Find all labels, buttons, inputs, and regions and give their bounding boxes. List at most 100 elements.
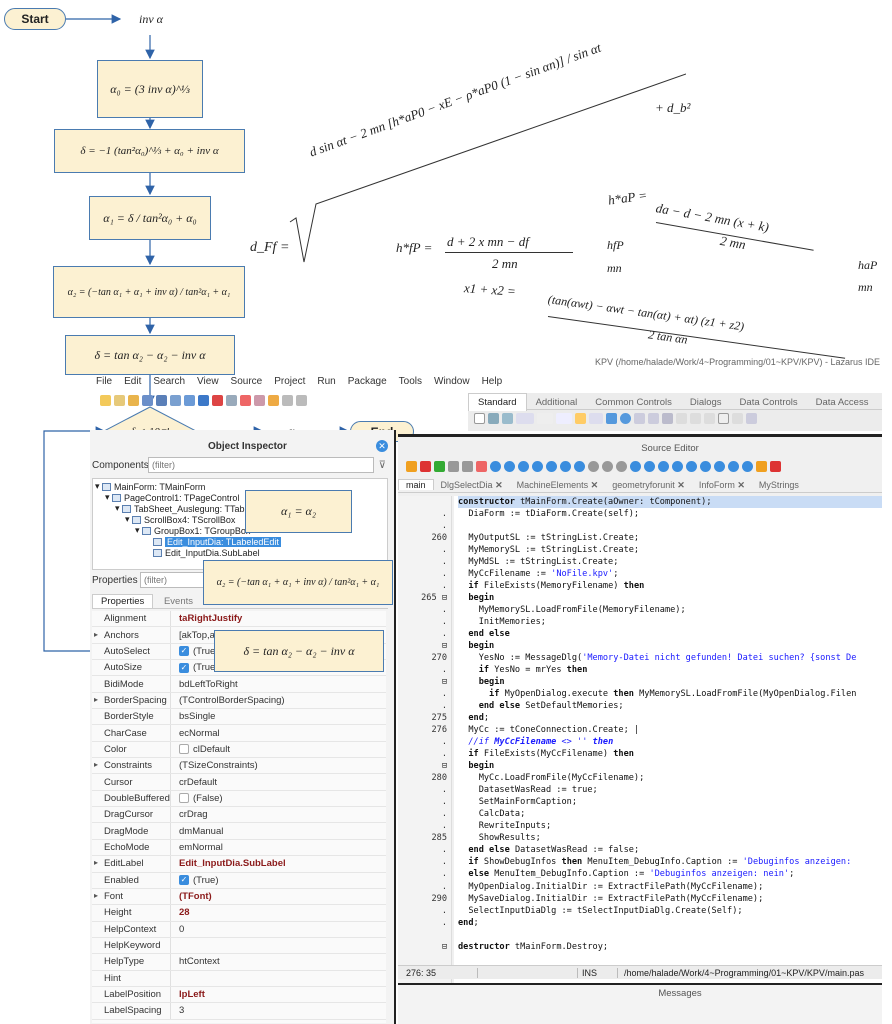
memo-icon[interactable]: [574, 413, 586, 424]
menu-window[interactable]: Window: [434, 376, 470, 387]
property-row[interactable]: Hint: [92, 970, 386, 987]
new-form-icon[interactable]: [113, 395, 125, 406]
property-row[interactable]: Cursor crDefault: [92, 774, 386, 791]
property-row[interactable]: HelpType htContext: [92, 954, 386, 971]
menu-source[interactable]: Source: [231, 376, 263, 387]
close-file-icon[interactable]: [755, 461, 767, 473]
property-value[interactable]: 0: [170, 921, 386, 937]
menu-run[interactable]: Run: [317, 376, 335, 387]
checkbox-icon[interactable]: ✓: [179, 662, 189, 673]
palette-tab-data-controls[interactable]: Data Controls: [731, 394, 807, 411]
palette-tab-standard[interactable]: Standard: [468, 393, 527, 411]
property-row[interactable]: BorderStyle bsSingle: [92, 709, 386, 726]
checkbox-icon[interactable]: [605, 413, 617, 424]
palette-tab-dialogs[interactable]: Dialogs: [681, 394, 731, 411]
property-value[interactable]: htContext: [170, 954, 386, 970]
property-row[interactable]: Alignment taRightJustify: [92, 611, 386, 628]
inspect-icon[interactable]: [225, 395, 237, 406]
tree-item[interactable]: Edit_InputDia.SubLabel: [93, 547, 387, 558]
property-value[interactable]: (TSizeConstraints): [170, 758, 386, 774]
mainmenu-icon[interactable]: [487, 413, 499, 424]
bookmark-icon[interactable]: [405, 461, 417, 473]
property-value[interactable]: 28: [170, 905, 386, 921]
bookmark-0-icon[interactable]: [489, 461, 501, 473]
bookmark-4-icon[interactable]: [545, 461, 557, 473]
property-value[interactable]: clDefault: [170, 741, 386, 758]
tab-events[interactable]: Events: [156, 595, 201, 608]
close-icon[interactable]: ✕: [495, 480, 503, 490]
property-row[interactable]: EditLabel Edit_InputDia.SubLabel: [92, 856, 386, 873]
groupbox-icon[interactable]: [675, 413, 687, 424]
property-row[interactable]: HelpKeyword: [92, 937, 386, 955]
goto-bookmark-6-icon[interactable]: [713, 461, 725, 473]
goto-bookmark-3-icon[interactable]: [671, 461, 683, 473]
property-value[interactable]: [170, 937, 386, 954]
menu-edit[interactable]: Edit: [124, 376, 141, 387]
editor-tab[interactable]: InfoForm ✕: [692, 480, 752, 491]
bookmark-1-icon[interactable]: [503, 461, 515, 473]
property-value[interactable]: Edit_InputDia.SubLabel: [170, 856, 386, 872]
property-value[interactable]: crDefault: [170, 774, 386, 790]
property-row[interactable]: CharCase ecNormal: [92, 725, 386, 742]
property-row[interactable]: Font (TFont): [92, 888, 386, 906]
property-value[interactable]: crDrag: [170, 807, 386, 823]
property-row[interactable]: DragCursor crDrag: [92, 807, 386, 824]
property-row[interactable]: Constraints (TSizeConstraints): [92, 758, 386, 775]
checkbox-icon[interactable]: [179, 793, 189, 804]
property-value[interactable]: dmManual: [170, 823, 386, 839]
property-value[interactable]: lpLeft: [170, 986, 386, 1003]
palette-tab-additional[interactable]: Additional: [527, 394, 587, 411]
close-icon[interactable]: [211, 395, 223, 406]
menu-tools[interactable]: Tools: [399, 376, 422, 387]
goto-bookmark-0-icon[interactable]: [629, 461, 641, 473]
panel-icon[interactable]: [717, 413, 729, 424]
bookmark-7-icon[interactable]: [587, 461, 599, 473]
editor-tab[interactable]: MachineElements ✕: [510, 480, 606, 491]
forward-icon[interactable]: [433, 461, 445, 473]
property-value[interactable]: emNormal: [170, 839, 386, 856]
property-value[interactable]: (False): [170, 790, 386, 807]
editor-tab[interactable]: DlgSelectDia ✕: [434, 480, 510, 491]
editor-tab[interactable]: MyStrings: [752, 480, 806, 490]
goto-bookmark-4-icon[interactable]: [685, 461, 697, 473]
close-icon[interactable]: ✕: [591, 480, 599, 490]
button-icon[interactable]: [515, 413, 534, 424]
editor-tab[interactable]: geometryforunit ✕: [605, 480, 692, 491]
checkbox-icon[interactable]: ✓: [179, 646, 189, 657]
palette-tab-data-access[interactable]: Data Access: [807, 394, 878, 411]
redo-icon[interactable]: [295, 395, 307, 406]
components-filter-input[interactable]: [148, 457, 374, 473]
combobox-icon[interactable]: [647, 413, 659, 424]
property-value[interactable]: 3: [170, 1003, 386, 1019]
undo-icon[interactable]: [281, 395, 293, 406]
package-icon[interactable]: [253, 395, 265, 406]
popupmenu-icon[interactable]: [501, 413, 513, 424]
togglebox-icon[interactable]: [588, 413, 603, 424]
property-value[interactable]: [170, 970, 386, 986]
filter-icon[interactable]: ⊽: [379, 460, 386, 471]
property-value[interactable]: (TControlBorderSpacing): [170, 692, 386, 709]
editor-tab-main[interactable]: main: [398, 479, 434, 490]
redo-icon[interactable]: [461, 461, 473, 473]
property-row[interactable]: BorderSpacing (TControlBorderSpacing): [92, 692, 386, 710]
bookmark-9-icon[interactable]: [615, 461, 627, 473]
goto-bookmark-8-icon[interactable]: [741, 461, 753, 473]
toggle-form-icon[interactable]: [169, 395, 181, 406]
menu-file[interactable]: File: [96, 376, 112, 387]
property-value[interactable]: bsSingle: [170, 709, 386, 725]
save-all-icon[interactable]: [155, 395, 167, 406]
palette-tab-common-controls[interactable]: Common Controls: [586, 394, 681, 411]
bookmark-2-icon[interactable]: [517, 461, 529, 473]
menu-project[interactable]: Project: [274, 376, 305, 387]
property-value[interactable]: taRightJustify: [170, 611, 386, 627]
menu-search[interactable]: Search: [153, 376, 185, 387]
bookmark-6-icon[interactable]: [573, 461, 585, 473]
close-icon[interactable]: ✕: [376, 440, 388, 452]
tab-properties[interactable]: Properties: [92, 594, 154, 608]
frame-icon[interactable]: [731, 413, 743, 424]
bookmark-5-icon[interactable]: [559, 461, 571, 473]
property-row[interactable]: DragMode dmManual: [92, 823, 386, 840]
checkgroup-icon[interactable]: [703, 413, 715, 424]
property-row[interactable]: LabelPosition lpLeft: [92, 986, 386, 1004]
edit-icon[interactable]: [555, 413, 572, 424]
